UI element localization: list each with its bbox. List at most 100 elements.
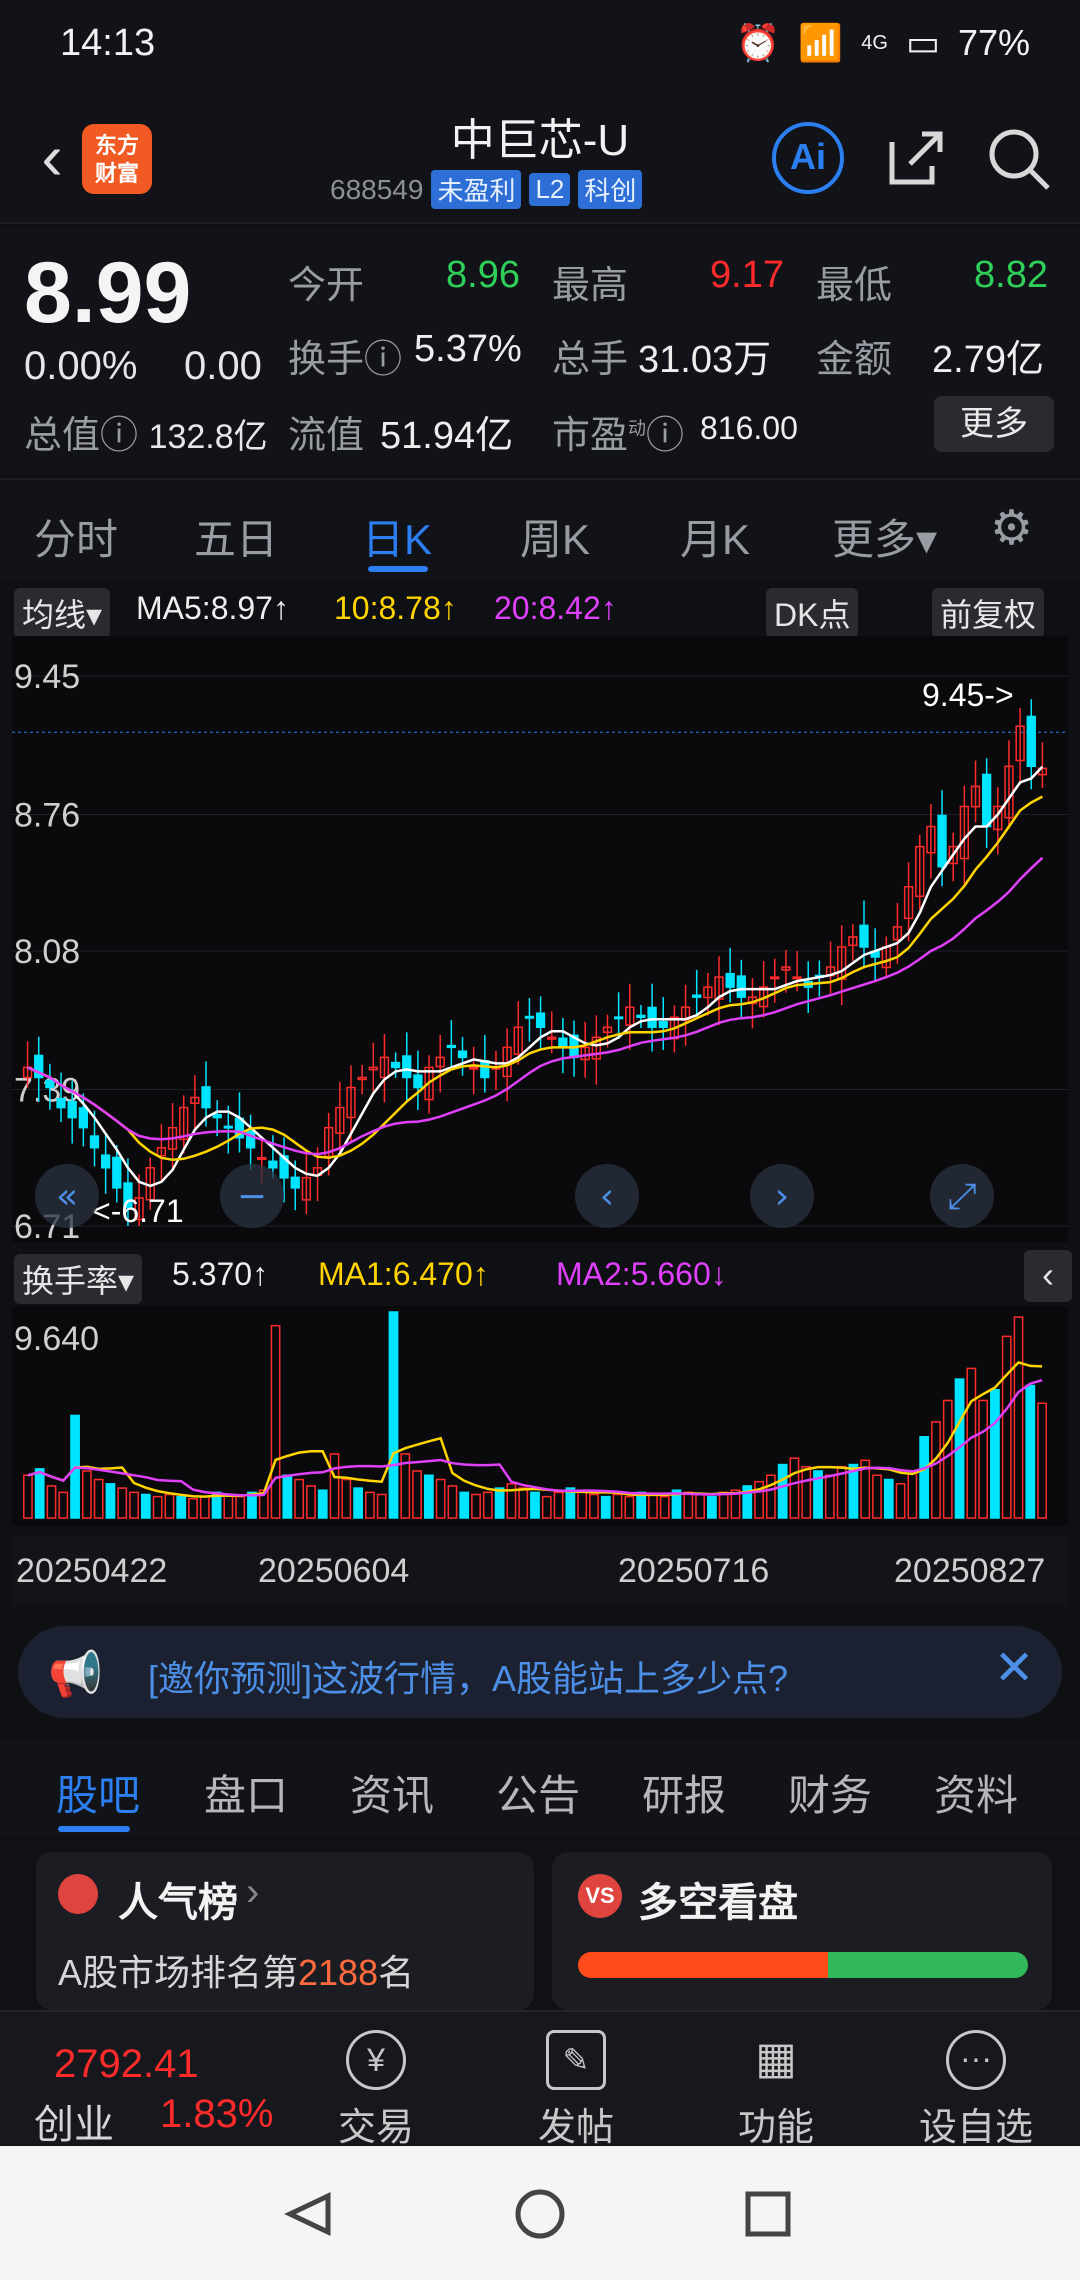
nav-trade[interactable]: ¥ 交易 — [306, 2030, 446, 2151]
kline-chart[interactable]: 9.45 8.76 8.08 7.39 6.71 9.45-> <-6.71 «− ‹ › ⤢ — [12, 636, 1068, 1246]
grid-icon: ▦ — [755, 2034, 797, 2083]
turnover-bar — [270, 1324, 281, 1519]
turnover-bar — [365, 1491, 375, 1519]
chart-nav-icon: ⤢ — [948, 1176, 977, 1217]
turnover-bar — [294, 1478, 305, 1519]
turnover-bar — [129, 1491, 139, 1519]
tab-research[interactable]: 研报 — [642, 1762, 726, 1823]
indicator-select[interactable]: 均线▾ — [14, 588, 111, 638]
turnover-legend: 换手率▾ 5.370↑ MA1:6.470↑ MA2:5.660↓ ‹ — [0, 1250, 1080, 1304]
change-amount: 0.00 — [184, 344, 262, 388]
turnover-bar — [447, 1485, 458, 1519]
tag-l2[interactable]: L2 — [529, 173, 571, 206]
market-cap: 总值ⓘ 132.8亿 — [24, 415, 268, 457]
popularity-title: 人气榜 — [118, 1881, 238, 1925]
rank-text: A股市场排名第2188名 — [58, 1952, 415, 1993]
tab-weekly-k[interactable]: 周K — [520, 506, 590, 567]
turnover-bar — [1037, 1402, 1047, 1519]
chart-icon — [58, 1874, 98, 1914]
tag-unprofitable[interactable]: 未盈利 — [431, 170, 522, 209]
tag-star-market[interactable]: 科创 — [578, 170, 643, 209]
ai-button[interactable]: Ai — [772, 122, 844, 194]
tab-profile[interactable]: 资料 — [934, 1762, 1018, 1823]
turnover-bar — [577, 1489, 588, 1519]
turnover-bar — [541, 1495, 552, 1519]
popularity-card[interactable]: 人气榜 › A股市场排名第2188名 — [36, 1852, 534, 2010]
candle-body — [736, 975, 746, 998]
turnover-bar — [600, 1495, 611, 1519]
banner-text[interactable]: [邀你预测]这波行情，A股能站上多少点? — [148, 1650, 788, 1702]
turnover-ma-line — [27, 1378, 1043, 1497]
candle-body — [859, 924, 869, 948]
turnover-bar — [978, 1399, 989, 1519]
adjust-button[interactable]: 前复权 — [932, 588, 1045, 638]
share-button[interactable] — [880, 122, 952, 194]
index-name[interactable]: 创业 — [34, 2092, 114, 2150]
active-tab-indicator — [368, 566, 428, 572]
turnover-bar — [435, 1478, 446, 1519]
pe-value: 816.00 — [700, 410, 798, 446]
turnover-bar — [801, 1465, 812, 1519]
tab-orderbook[interactable]: 盘口 — [204, 1762, 288, 1823]
more-button[interactable]: 更多 — [934, 396, 1054, 452]
alarm-icon: ⏰ — [735, 22, 781, 63]
tab-five-day[interactable]: 五日 — [194, 506, 278, 567]
change-percent: 0.00% — [24, 344, 138, 388]
dk-point-button[interactable]: DK点 — [766, 588, 859, 638]
index-value[interactable]: 2792.41 — [54, 2042, 199, 2087]
candle-body — [636, 1014, 646, 1018]
turnover-ma1: MA1:6.470↑ — [318, 1256, 489, 1292]
tab-more[interactable]: 更多▾ — [832, 506, 937, 567]
collapse-button[interactable]: ‹ — [1024, 1250, 1072, 1302]
turnover-bar — [648, 1493, 658, 1519]
duokong-card[interactable]: VS 多空看盘 — [552, 1852, 1052, 2010]
nav-post[interactable]: ✎ 发帖 — [506, 2030, 646, 2151]
close-icon[interactable]: ✕ — [994, 1640, 1034, 1696]
wifi-icon: 📶 — [798, 22, 844, 63]
candle-body — [268, 1160, 278, 1169]
y-tick-label: 8.76 — [14, 797, 80, 835]
turnover-bar — [23, 1474, 33, 1519]
edit-icon: ✎ — [546, 2030, 606, 2090]
quote-panel: 8.99 0.00% 0.00 总值ⓘ 132.8亿 今开 8.96 最高 9.… — [0, 226, 1080, 476]
high-annotation: 9.45-> — [922, 677, 1014, 713]
turnover-bar — [34, 1468, 45, 1519]
turnover-bar — [895, 1483, 906, 1519]
candle-body — [112, 1156, 122, 1189]
candle-body — [647, 1006, 657, 1029]
date-tick-4: 20250827 — [894, 1552, 1046, 1590]
turnover-bar — [824, 1474, 835, 1519]
turnover-bar — [117, 1487, 128, 1519]
search-button[interactable] — [982, 122, 1054, 194]
nav-add-watchlist[interactable]: ··· 设自选 — [906, 2030, 1046, 2151]
turnover-bar — [919, 1436, 930, 1519]
turnover-bar — [471, 1493, 481, 1519]
settings-icon[interactable]: ⚙ — [990, 500, 1033, 556]
high-label: 最高 — [552, 265, 629, 307]
turnover-chart[interactable]: 9.640 — [12, 1306, 1068, 1526]
turnover-bar — [872, 1474, 882, 1519]
amount-value: 2.79亿 — [932, 339, 1044, 381]
sub-indicator-select[interactable]: 换手率▾ — [14, 1254, 143, 1304]
turnover-bar — [931, 1421, 941, 1519]
tab-monthly-k[interactable]: 月K — [680, 506, 750, 567]
nav-functions[interactable]: ▦ 功能 — [706, 2030, 846, 2151]
turnover-ma2: MA2:5.660↓ — [556, 1256, 727, 1292]
turnover-bar — [624, 1495, 635, 1519]
tab-news[interactable]: 资讯 — [350, 1762, 434, 1823]
turnover-bar — [883, 1478, 894, 1519]
index-change[interactable]: 1.83% — [160, 2092, 273, 2137]
back-button[interactable]: ‹ — [22, 120, 82, 194]
current-price: 8.99 — [24, 245, 192, 341]
candle-body — [212, 1113, 222, 1119]
turnover-bar — [765, 1474, 776, 1519]
back-triangle-icon — [284, 2192, 331, 2236]
status-icons: ⏰ 📶 4G ▭ 77% — [736, 22, 1030, 64]
tab-guba[interactable]: 股吧 — [56, 1762, 140, 1823]
tab-intraday[interactable]: 分时 — [34, 506, 118, 567]
turnover-bar — [81, 1470, 92, 1519]
tab-announcements[interactable]: 公告 — [496, 1762, 580, 1823]
tab-daily-k[interactable]: 日K — [362, 506, 432, 567]
tab-finance[interactable]: 财务 — [788, 1762, 872, 1823]
prediction-banner[interactable]: 📢 [邀你预测]这波行情，A股能站上多少点? ✕ — [18, 1626, 1062, 1718]
